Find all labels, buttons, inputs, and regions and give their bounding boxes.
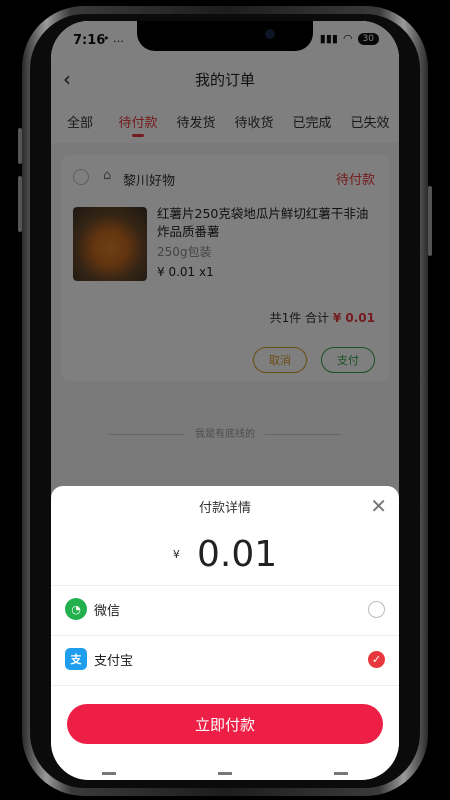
close-icon[interactable]: ✕	[370, 494, 387, 518]
home-icon[interactable]	[218, 771, 232, 775]
payment-amount: ¥ 0.01	[51, 534, 399, 575]
payment-method-label: 支付宝	[94, 654, 134, 669]
pay-now-button[interactable]: 立即付款	[67, 704, 383, 744]
currency-symbol: ¥	[172, 548, 180, 561]
wechat-radio[interactable]	[368, 601, 385, 618]
amount-value: 0.01	[196, 534, 278, 575]
volume-up-button	[18, 128, 22, 164]
system-nav-bar	[51, 766, 399, 780]
power-button	[428, 186, 432, 256]
alipay-icon: 支	[65, 648, 87, 670]
alipay-radio-checked[interactable]: ✓	[368, 651, 385, 668]
recent-apps-icon[interactable]	[102, 771, 116, 775]
payment-method-alipay[interactable]: 支 支付宝 ✓	[51, 636, 399, 684]
sheet-title: 付款详情	[198, 501, 251, 516]
app-screen: 7:16 • … ▮▮▮ ◠ 30 ‹ 我的订单 全部 待付款 待发货 待收货 …	[51, 21, 399, 780]
back-nav-icon[interactable]	[334, 771, 348, 775]
wechat-icon: ◔	[65, 598, 87, 620]
payment-sheet: 付款详情 ✕ ¥ 0.01 ◔ 微信 支 支付宝 ✓ 立即付款	[51, 486, 399, 780]
volume-down-button	[18, 176, 22, 232]
payment-method-label: 微信	[94, 604, 121, 619]
payment-method-wechat[interactable]: ◔ 微信	[51, 586, 399, 634]
divider	[51, 685, 399, 686]
